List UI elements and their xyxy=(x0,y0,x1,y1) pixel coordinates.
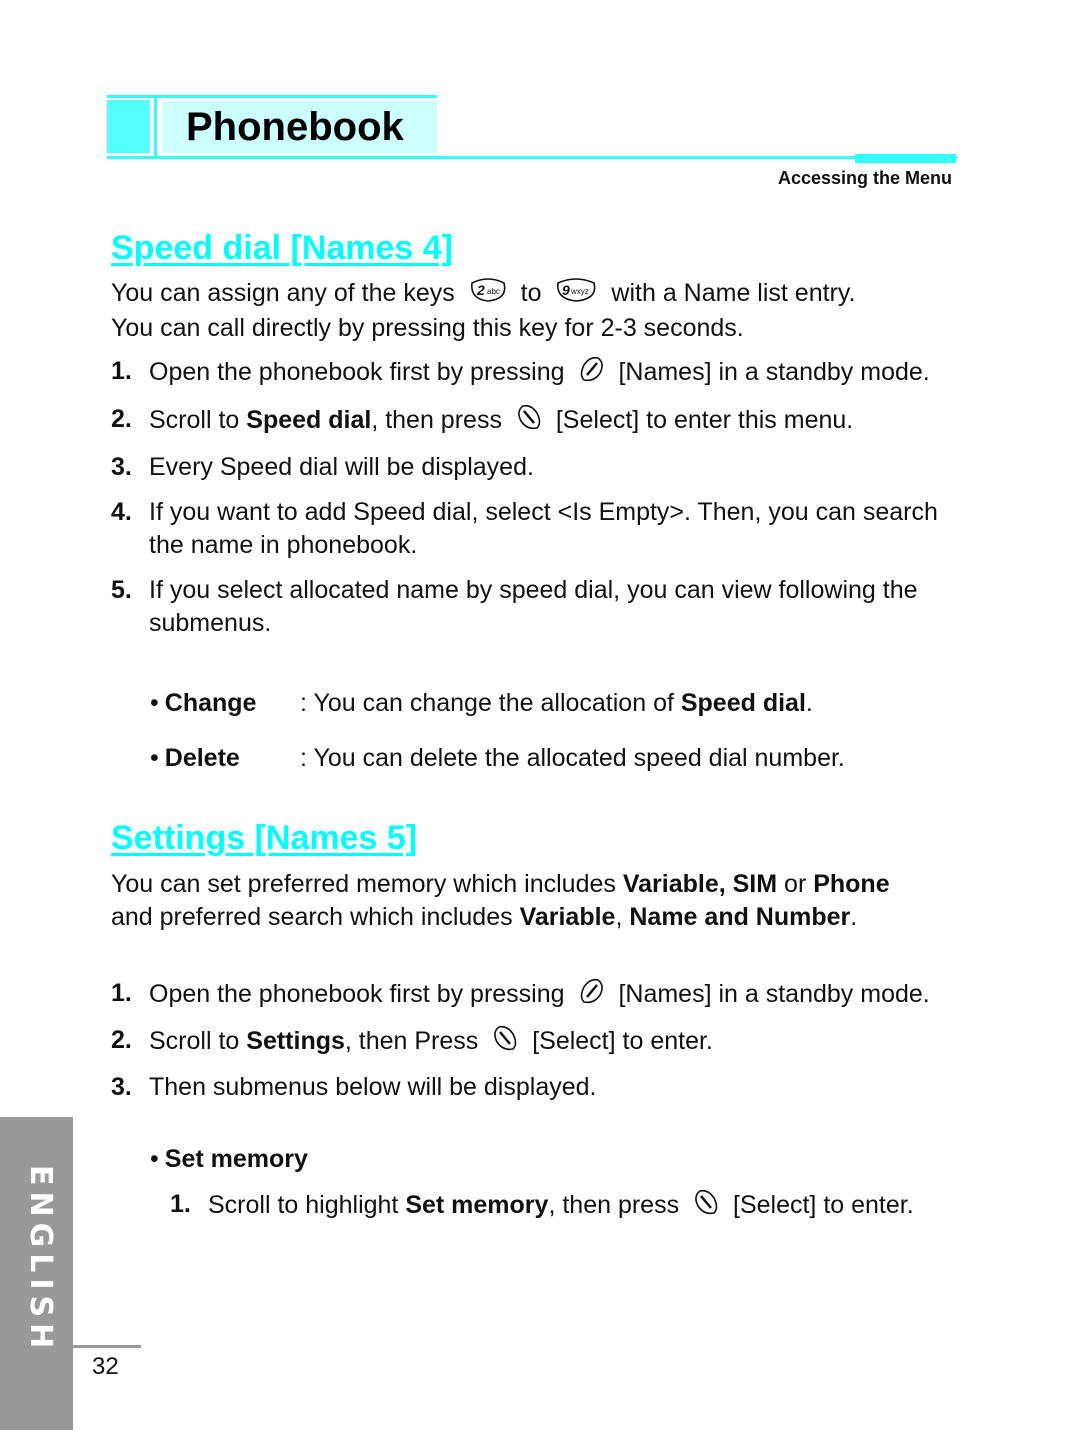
header-divider xyxy=(154,97,157,157)
header-bottom-rule xyxy=(107,156,957,159)
step-item: 4. If you want to add Speed dial, select… xyxy=(111,498,938,559)
language-label: ENGLISH xyxy=(23,1165,58,1355)
settings-intro: You can set preferred memory which inclu… xyxy=(111,870,890,931)
speed-dial-submenus: • Change : You can change the allocation … xyxy=(150,687,950,775)
step-item: 2. Scroll to Speed dial, then press [Sel… xyxy=(111,403,961,440)
step-item: 5. If you select allocated name by speed… xyxy=(111,576,918,637)
step-item: 2. Scroll to Settings, then Press [Selec… xyxy=(111,1024,961,1061)
speed-dial-intro: You can assign any of the keys 2 abc to 9… xyxy=(111,277,961,345)
set-memory-steps: 1. Scroll to highlight Set memory, then … xyxy=(170,1188,930,1225)
page-number: 32 xyxy=(92,1353,119,1380)
key-9wxyz-icon: 9 wxyz xyxy=(554,277,598,312)
names-softkey-icon xyxy=(578,355,606,392)
key-2abc-icon: 2 abc xyxy=(468,277,508,312)
select-softkey-icon xyxy=(515,403,543,440)
header-bottom-accent xyxy=(855,154,956,163)
svg-text:2: 2 xyxy=(476,282,485,298)
step-item: 1. Scroll to highlight Set memory, then … xyxy=(170,1188,930,1225)
intro-text-2: with a Name list entry. xyxy=(611,279,856,308)
step-item: 3. Every Speed dial will be displayed. xyxy=(111,453,534,481)
intro-text-1: You can assign any of the keys xyxy=(111,279,455,308)
step-item: 1. Open the phonebook first by pressing … xyxy=(111,977,961,1014)
section-subtitle: Accessing the Menu xyxy=(777,168,952,188)
page-number-rule xyxy=(73,1345,141,1348)
intro-line-2: You can call directly by pressing this k… xyxy=(111,314,744,342)
speed-dial-heading: Speed dial [Names 4] xyxy=(111,229,454,267)
submenu-item-change: • Change : You can change the allocation … xyxy=(150,689,813,717)
set-memory-heading: • Set memory xyxy=(150,1145,308,1173)
settings-steps: 1. Open the phonebook first by pressing … xyxy=(111,977,961,1104)
header-accent-square xyxy=(107,100,150,153)
select-softkey-icon xyxy=(692,1188,720,1225)
submenu-item-delete: • Delete : You can delete the allocated s… xyxy=(150,744,845,772)
step-item: 3. Then submenus below will be displayed… xyxy=(111,1073,597,1101)
speed-dial-steps: 1. Open the phonebook first by pressing … xyxy=(111,355,961,640)
intro-to: to xyxy=(520,279,542,308)
names-softkey-icon xyxy=(578,977,606,1014)
svg-text:abc: abc xyxy=(487,287,500,296)
select-softkey-icon xyxy=(491,1024,519,1061)
settings-heading: Settings [Names 5] xyxy=(111,819,418,857)
svg-text:9: 9 xyxy=(562,282,570,298)
page-title: Phonebook xyxy=(186,105,404,149)
step-item: 1. Open the phonebook first by pressing … xyxy=(111,355,961,392)
svg-text:wxyz: wxyz xyxy=(570,287,589,296)
